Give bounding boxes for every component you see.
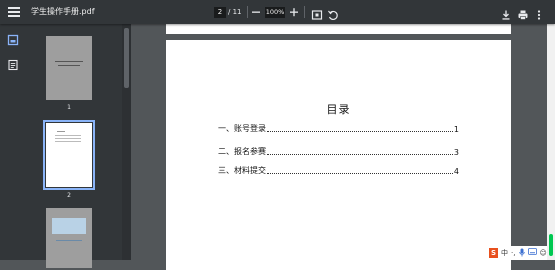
toc-entry[interactable]: 三、材料提交 4 (218, 165, 459, 176)
toc-title: 目录 (326, 103, 351, 116)
toc-entry[interactable]: 一、账号登录 1 (218, 123, 459, 134)
page-count: / 11 (228, 8, 242, 16)
toc-entry-page: 4 (453, 167, 459, 176)
toolbar-divider (304, 6, 305, 18)
thumbnail-text-line (55, 135, 81, 136)
toc-leader-dots (267, 131, 453, 132)
thumbnail-text-line (56, 240, 82, 241)
ime-toolbar: S 中 ·, ☺ (486, 246, 547, 260)
more-actions-icon[interactable] (533, 6, 545, 20)
outline-view-icon[interactable] (6, 57, 20, 71)
thumbnail-page-label: 2 (67, 192, 71, 199)
sidebar-scrollbar-thumb[interactable] (124, 28, 129, 88)
pdf-toolbar: 学生操作手册.pdf 2 / 11 100% (0, 0, 555, 24)
thumbnail-sidebar: 1 2 (26, 24, 122, 268)
thumbnail-text-line (55, 141, 81, 142)
ime-logo-icon[interactable]: S (489, 248, 499, 258)
toc-entry-label: 三、材料提交 (218, 166, 266, 175)
toc-leader-dots (267, 173, 453, 174)
thumbnail-image (52, 218, 86, 234)
toolbar-divider (247, 6, 248, 18)
document-scrollbar-thumb[interactable] (549, 234, 553, 256)
zoom-out-icon[interactable] (250, 5, 262, 19)
thumbnail-text-line (55, 138, 81, 139)
print-icon[interactable] (517, 6, 529, 20)
thumbnail-text-line (57, 131, 65, 132)
sidebar-scrollbar[interactable] (122, 24, 131, 260)
document-viewport: 目录 一、账号登录 1 二、报名参赛 3 三、材料提交 4 (131, 24, 547, 270)
emoji-icon[interactable]: ☺ (540, 248, 547, 258)
page-thumbnail[interactable] (46, 36, 92, 100)
document-page: 目录 一、账号登录 1 二、报名参赛 3 三、材料提交 4 (166, 40, 511, 270)
toc-entry-label: 二、报名参赛 (218, 147, 266, 156)
page-number-input[interactable]: 2 (214, 7, 226, 18)
page-thumbnail[interactable] (46, 208, 92, 268)
thumbnail-text-line (58, 65, 80, 66)
thumbnails-view-icon[interactable] (6, 32, 20, 46)
fit-page-icon[interactable] (311, 6, 323, 20)
rotate-icon[interactable] (327, 6, 339, 21)
toc-entry[interactable]: 二、报名参赛 3 (218, 146, 459, 157)
punctuation-toggle[interactable]: ·, (511, 248, 515, 258)
download-icon[interactable] (500, 6, 512, 20)
document-scrollbar[interactable] (547, 24, 555, 260)
toc-entry-page: 3 (453, 148, 459, 157)
document-title: 学生操作手册.pdf (31, 7, 95, 16)
ime-language-toggle[interactable]: 中 (501, 248, 508, 258)
previous-page-bottom (166, 24, 511, 34)
thumbnail-text-line (55, 61, 83, 62)
sidebar-rail (0, 24, 26, 260)
thumbnail-page-label: 1 (67, 104, 71, 111)
menu-icon[interactable] (8, 5, 20, 19)
keyboard-icon[interactable] (527, 248, 537, 258)
page-thumbnail[interactable] (46, 123, 92, 187)
zoom-level-input[interactable]: 100% (265, 7, 285, 18)
toc-entry-label: 一、账号登录 (218, 124, 266, 133)
toc-entry-page: 1 (453, 125, 459, 134)
microphone-icon[interactable] (518, 248, 525, 258)
zoom-in-icon[interactable] (288, 5, 300, 19)
toc-leader-dots (267, 154, 453, 155)
